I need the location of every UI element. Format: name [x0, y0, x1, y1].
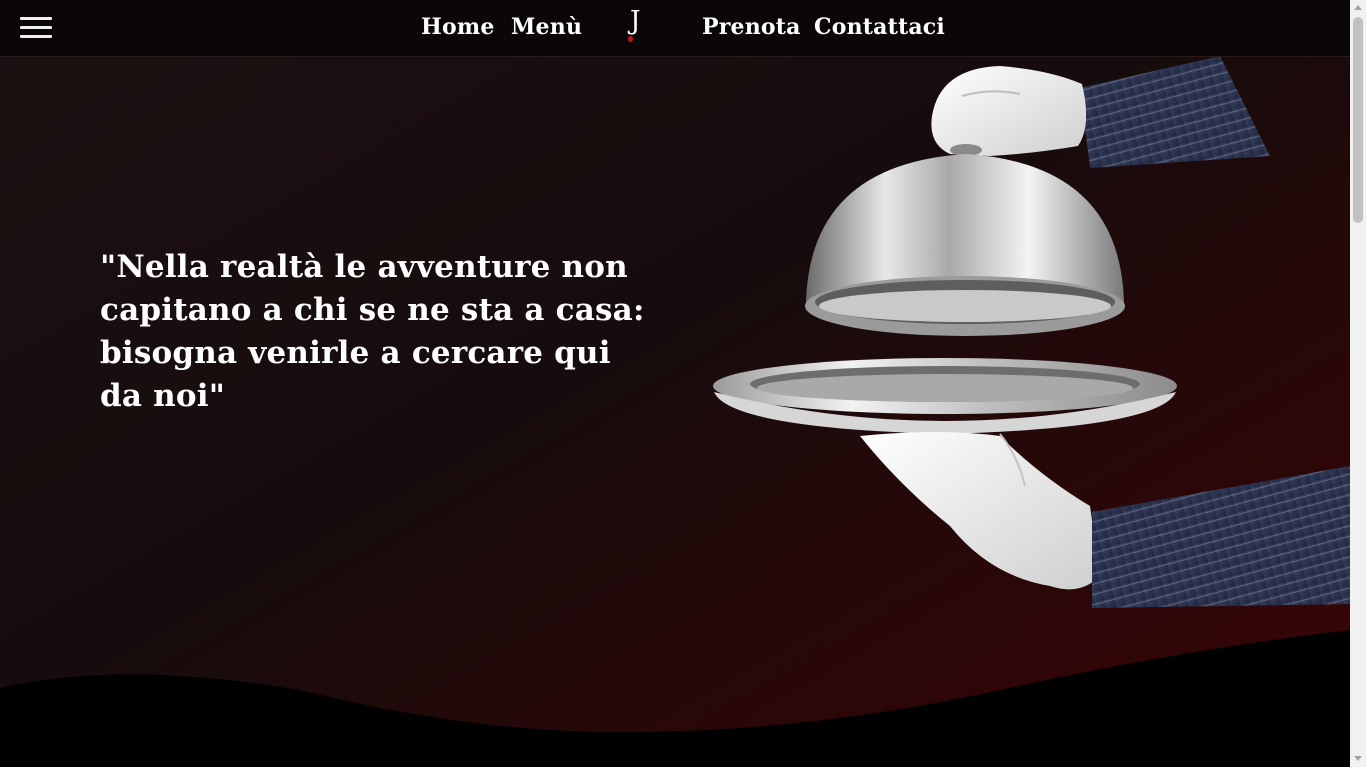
nav-link-contattaci[interactable]: Contattaci [814, 14, 945, 40]
nav-link-home[interactable]: Home [421, 14, 495, 40]
hamburger-menu-icon[interactable] [20, 17, 52, 39]
scroll-down-arrow-icon[interactable] [1354, 756, 1362, 761]
page: Home Menù J Prenota Contattaci "Nella re… [0, 0, 1350, 767]
bottom-wave-divider [0, 630, 1350, 767]
nav-link-menu[interactable]: Menù [511, 14, 582, 40]
scroll-up-arrow-icon[interactable] [1354, 5, 1362, 10]
page-scrollbar[interactable] [1350, 0, 1366, 767]
waiter-serving-cloche-image [713, 56, 1350, 608]
logo-accent-mark [628, 36, 633, 42]
nav-link-prenota[interactable]: Prenota [702, 14, 801, 40]
top-navigation-bar: Home Menù J Prenota Contattaci [0, 0, 1350, 57]
logo-letter: J [630, 6, 641, 36]
scrollbar-thumb[interactable] [1353, 17, 1363, 223]
hero-quote: "Nella realtà le avventure non capitano … [100, 249, 645, 414]
logo[interactable]: J [622, 6, 652, 44]
